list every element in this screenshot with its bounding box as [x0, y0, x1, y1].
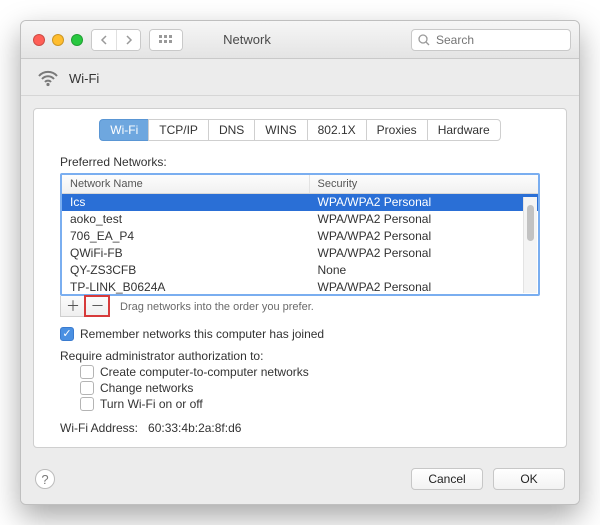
- search-icon: [418, 34, 430, 46]
- table-row[interactable]: Ics WPA/WPA2 Personal: [62, 194, 538, 211]
- wifi-address-label: Wi-Fi Address:: [60, 421, 138, 435]
- network-security: WPA/WPA2 Personal: [310, 194, 538, 211]
- table-row[interactable]: TP-LINK_B0624A WPA/WPA2 Personal: [62, 279, 538, 294]
- tab-dns[interactable]: DNS: [208, 119, 255, 141]
- plus-icon: ＋: [66, 299, 80, 313]
- search-field[interactable]: [411, 29, 571, 51]
- admin-change-checkbox[interactable]: [80, 381, 94, 395]
- network-security: WPA/WPA2 Personal: [310, 228, 538, 245]
- remember-networks-row[interactable]: ✓ Remember networks this computer has jo…: [60, 327, 554, 341]
- titlebar: Network: [21, 21, 579, 59]
- table-row[interactable]: aoko_test WPA/WPA2 Personal: [62, 211, 538, 228]
- admin-change-label: Change networks: [100, 381, 193, 395]
- footer: ? Cancel OK: [21, 460, 579, 504]
- tab-bar: Wi-Fi TCP/IP DNS WINS 802.1X Proxies Har…: [46, 119, 554, 141]
- col-security[interactable]: Security: [310, 175, 538, 193]
- network-name: 706_EA_P4: [62, 228, 310, 245]
- network-security: None: [310, 262, 538, 279]
- table-row[interactable]: 706_EA_P4 WPA/WPA2 Personal: [62, 228, 538, 245]
- network-name: Ics: [62, 194, 310, 211]
- admin-change-row[interactable]: Change networks: [80, 381, 554, 395]
- table-row[interactable]: QWiFi-FB WPA/WPA2 Personal: [62, 245, 538, 262]
- scrollbar[interactable]: [523, 197, 537, 293]
- network-security: WPA/WPA2 Personal: [310, 279, 538, 294]
- add-remove-toolbar: ＋ － Drag networks into the order you pre…: [60, 296, 540, 317]
- admin-onoff-row[interactable]: Turn Wi-Fi on or off: [80, 397, 554, 411]
- remove-network-button[interactable]: －: [85, 296, 109, 316]
- admin-c2c-checkbox[interactable]: [80, 365, 94, 379]
- zoom-icon[interactable]: [71, 34, 83, 46]
- search-input[interactable]: [434, 32, 564, 48]
- wifi-icon: [37, 69, 59, 87]
- network-name: QY-ZS3CFB: [62, 262, 310, 279]
- ok-button[interactable]: OK: [493, 468, 565, 490]
- minimize-icon[interactable]: [52, 34, 64, 46]
- network-security: WPA/WPA2 Personal: [310, 245, 538, 262]
- wifi-address-row: Wi-Fi Address: 60:33:4b:2a:8f:d6: [60, 421, 554, 435]
- scroll-thumb[interactable]: [527, 205, 534, 241]
- wifi-section-header: Wi-Fi: [21, 59, 579, 96]
- tab-wins[interactable]: WINS: [254, 119, 307, 141]
- tab-hardware[interactable]: Hardware: [427, 119, 501, 141]
- minus-icon: －: [91, 299, 105, 313]
- drag-hint-label: Drag networks into the order you prefer.: [120, 301, 314, 313]
- admin-onoff-label: Turn Wi-Fi on or off: [100, 397, 203, 411]
- network-name: QWiFi-FB: [62, 245, 310, 262]
- tab-proxies[interactable]: Proxies: [366, 119, 428, 141]
- window-title: Network: [91, 32, 403, 47]
- advanced-sheet: Wi-Fi TCP/IP DNS WINS 802.1X Proxies Har…: [33, 108, 567, 448]
- wifi-address-value: 60:33:4b:2a:8f:d6: [148, 421, 241, 435]
- preferred-networks-table[interactable]: Network Name Security Ics WPA/WPA2 Perso…: [60, 173, 540, 296]
- admin-c2c-row[interactable]: Create computer-to-computer networks: [80, 365, 554, 379]
- table-body[interactable]: Ics WPA/WPA2 Personal aoko_test WPA/WPA2…: [62, 194, 538, 294]
- table-row[interactable]: QY-ZS3CFB None: [62, 262, 538, 279]
- remember-label: Remember networks this computer has join…: [80, 327, 324, 341]
- tab-8021x[interactable]: 802.1X: [307, 119, 367, 141]
- tab-wifi[interactable]: Wi-Fi: [99, 119, 149, 141]
- network-name: aoko_test: [62, 211, 310, 228]
- add-network-button[interactable]: ＋: [61, 296, 85, 316]
- admin-onoff-checkbox[interactable]: [80, 397, 94, 411]
- network-security: WPA/WPA2 Personal: [310, 211, 538, 228]
- tab-tcpip[interactable]: TCP/IP: [148, 119, 209, 141]
- traffic-lights: [33, 34, 83, 46]
- admin-c2c-label: Create computer-to-computer networks: [100, 365, 309, 379]
- table-header: Network Name Security: [62, 175, 538, 194]
- remember-checkbox[interactable]: ✓: [60, 327, 74, 341]
- col-network-name[interactable]: Network Name: [62, 175, 310, 193]
- close-icon[interactable]: [33, 34, 45, 46]
- section-label: Wi-Fi: [69, 71, 99, 86]
- help-icon: ?: [41, 472, 48, 487]
- network-preferences-window: Network Wi-Fi Wi-Fi TCP/IP DNS WINS 802.…: [20, 20, 580, 505]
- admin-auth-label: Require administrator authorization to:: [60, 349, 554, 363]
- preferred-networks-label: Preferred Networks:: [60, 155, 554, 169]
- help-button[interactable]: ?: [35, 469, 55, 489]
- cancel-button[interactable]: Cancel: [411, 468, 483, 490]
- network-name: TP-LINK_B0624A: [62, 279, 310, 294]
